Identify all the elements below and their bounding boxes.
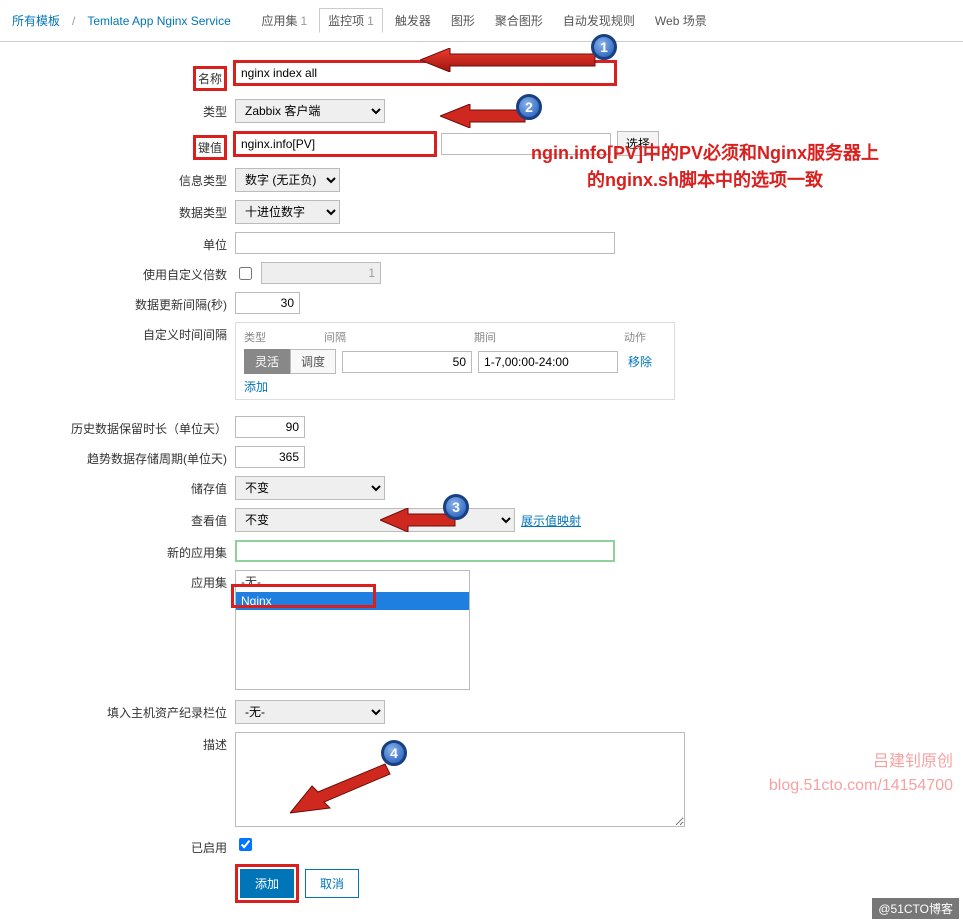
new-appset-input[interactable] [235,540,615,562]
interval-value-input[interactable] [342,351,472,373]
label-multiplier: 使用自定义倍数 [10,262,235,283]
inventory-select[interactable]: -无- [235,700,385,724]
tab-discovery[interactable]: 自动发现规则 [555,9,643,32]
showvalue-link[interactable]: 展示值映射 [521,512,581,529]
badge-2: 2 [516,94,542,120]
interval-table: 类型 间隔 期间 动作 灵活 调度 移除 添加 [235,322,675,400]
infotype-select[interactable]: 数字 (无正负) [235,168,340,192]
history-input[interactable] [235,416,305,438]
label-infotype: 信息类型 [10,168,235,189]
update-interval-input[interactable] [235,292,300,314]
annotation-note: ngin.info[PV]中的PV必须和Nginx服务器上 的nginx.sh脚… [460,140,950,194]
enabled-checkbox[interactable] [239,838,252,851]
label-description: 描述 [10,732,235,753]
name-input[interactable] [235,62,615,84]
label-key: 键值 [193,135,227,160]
breadcrumb-all-templates[interactable]: 所有模板 [4,10,68,31]
label-inventory: 填入主机资产纪录栏位 [10,700,235,721]
add-button[interactable]: 添加 [240,869,294,898]
interval-head-period: 期间 [474,329,624,345]
showvalue-select[interactable]: 不变 [235,508,515,532]
tab-triggers[interactable]: 触发器 [387,9,439,32]
interval-flex[interactable]: 灵活 [244,349,290,374]
interval-head-type: 类型 [244,329,324,345]
interval-head-action: 动作 [624,329,664,345]
datatype-select[interactable]: 十进位数字 [235,200,340,224]
interval-period-input[interactable] [478,351,618,373]
label-newappset: 新的应用集 [10,540,235,561]
multiplier-checkbox[interactable] [239,267,252,280]
label-type: 类型 [10,99,235,120]
label-storevalue: 储存值 [10,476,235,497]
tab-screens[interactable]: 聚合图形 [487,9,551,32]
appset-option-none[interactable]: -无- [236,571,469,592]
interval-remove-link[interactable]: 移除 [628,353,652,370]
watermark: 吕建钊原创 blog.51cto.com/14154700 [769,750,953,798]
label-showvalue: 查看值 [10,508,235,529]
label-appset: 应用集 [10,570,235,591]
unit-input[interactable] [235,232,615,254]
appset-listbox[interactable]: -无- Nginx [235,570,470,690]
storevalue-select[interactable]: 不变 [235,476,385,500]
tab-graphs[interactable]: 图形 [443,9,483,32]
label-update-interval: 数据更新间隔(秒) [10,292,235,313]
label-datatype: 数据类型 [10,200,235,221]
label-unit: 单位 [10,232,235,253]
breadcrumb-template[interactable]: Temlate App Nginx Service [79,12,238,30]
label-trends: 趋势数据存储周期(单位天) [10,446,235,467]
footer-watermark: @51CTO博客 [872,898,959,919]
interval-add-link[interactable]: 添加 [244,380,268,394]
label-custom-intervals: 自定义时间间隔 [10,322,235,343]
multiplier-value [261,262,381,284]
tab-items[interactable]: 监控项1 [319,8,383,33]
tab-web[interactable]: Web 场景 [647,9,715,32]
breadcrumb-sep: / [72,14,75,28]
key-input[interactable] [235,133,435,155]
interval-type-segment[interactable]: 灵活 调度 [244,349,336,374]
label-history: 历史数据保留时长（单位天） [10,416,235,437]
label-name: 名称 [193,66,227,91]
top-nav: 所有模板 / Temlate App Nginx Service 应用集1 监控… [0,0,963,42]
trends-input[interactable] [235,446,305,468]
tab-appset[interactable]: 应用集1 [253,9,315,32]
cancel-button[interactable]: 取消 [305,869,359,898]
badge-1: 1 [591,34,617,60]
label-enabled: 已启用 [10,835,235,856]
interval-sched[interactable]: 调度 [290,349,336,374]
type-select[interactable]: Zabbix 客户端 [235,99,385,123]
appset-option-nginx[interactable]: Nginx [236,592,469,610]
interval-head-interval: 间隔 [324,329,474,345]
description-textarea[interactable] [235,732,685,827]
badge-3: 3 [443,494,469,520]
badge-4: 4 [381,740,407,766]
